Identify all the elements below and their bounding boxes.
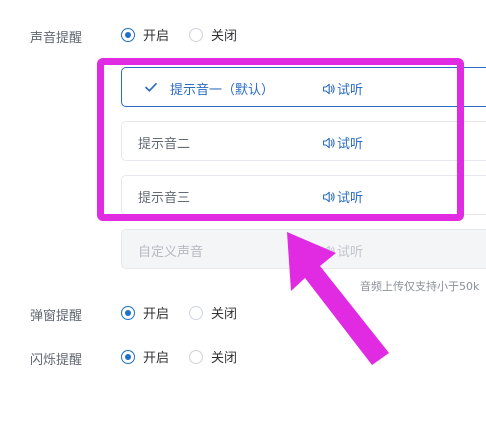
radio-checked-icon xyxy=(121,27,135,42)
flash-reminder-on-radio[interactable]: 开启 xyxy=(121,347,169,366)
sound-reminder-on-label: 开启 xyxy=(143,29,170,44)
sound-reminder-label: 声音提醒 xyxy=(30,31,83,46)
flash-reminder-on-label: 开启 xyxy=(143,351,170,366)
popup-reminder-off-label: 关闭 xyxy=(211,307,238,322)
radio-unchecked-icon xyxy=(189,27,204,42)
sound-reminder-off-label: 关闭 xyxy=(211,29,238,44)
upload-hint: 音频上传仅支持小于50k xyxy=(360,280,480,293)
sound-option-2[interactable]: 提示音二 试听 xyxy=(121,121,486,161)
speaker-icon xyxy=(322,137,335,148)
notification-settings-page: 声音提醒 开启 关闭 提示音一（默认） 试听 提示音二 试听 提示音三 试听 自… xyxy=(0,0,486,423)
sound-option-default[interactable]: 提示音一（默认） 试听 xyxy=(121,67,486,107)
check-icon xyxy=(145,82,157,92)
preview-button-disabled: 试听 xyxy=(322,241,363,260)
flash-reminder-off-label: 关闭 xyxy=(211,351,238,366)
preview-label: 试听 xyxy=(337,137,364,152)
sound-option-name: 自定义声音 xyxy=(138,245,204,260)
sound-reminder-radio-group: 开启 关闭 xyxy=(121,25,237,44)
speaker-icon xyxy=(322,191,335,202)
preview-label: 试听 xyxy=(337,83,364,98)
radio-unchecked-icon xyxy=(189,349,204,364)
popup-reminder-radio-group: 开启 关闭 xyxy=(121,303,237,322)
preview-button[interactable]: 试听 xyxy=(322,79,363,98)
sound-option-name: 提示音三 xyxy=(138,191,191,206)
popup-reminder-on-radio[interactable]: 开启 xyxy=(121,303,169,322)
popup-reminder-label: 弹窗提醒 xyxy=(30,309,83,324)
sound-reminder-on-radio[interactable]: 开启 xyxy=(121,25,169,44)
radio-checked-icon xyxy=(121,349,135,364)
preview-button[interactable]: 试听 xyxy=(322,133,363,152)
popup-reminder-off-radio[interactable]: 关闭 xyxy=(189,303,237,322)
flash-reminder-off-radio[interactable]: 关闭 xyxy=(189,347,237,366)
sound-option-custom: 自定义声音 试听 xyxy=(121,229,486,269)
preview-button[interactable]: 试听 xyxy=(322,187,363,206)
preview-label: 试听 xyxy=(337,245,364,260)
sound-option-name: 提示音一（默认） xyxy=(170,83,275,98)
speaker-icon xyxy=(322,83,335,94)
sound-option-name: 提示音二 xyxy=(138,137,191,152)
flash-reminder-label: 闪烁提醒 xyxy=(30,353,83,368)
radio-unchecked-icon xyxy=(189,305,204,320)
speaker-icon xyxy=(322,245,335,256)
sound-option-3[interactable]: 提示音三 试听 xyxy=(121,175,486,215)
radio-checked-icon xyxy=(121,305,135,320)
flash-reminder-radio-group: 开启 关闭 xyxy=(121,347,237,366)
preview-label: 试听 xyxy=(337,191,364,206)
popup-reminder-on-label: 开启 xyxy=(143,307,170,322)
sound-reminder-off-radio[interactable]: 关闭 xyxy=(189,25,237,44)
